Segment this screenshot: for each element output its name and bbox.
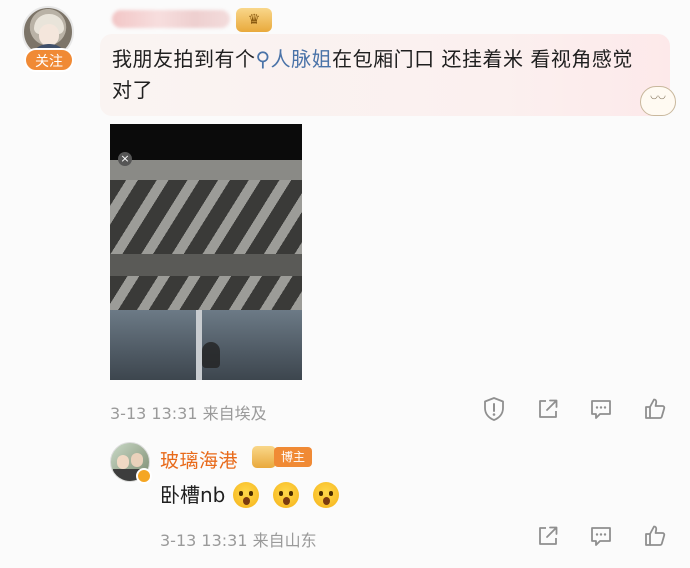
author-tag: 博主 <box>274 447 312 467</box>
topic-label: 人脉姐 <box>270 47 333 71</box>
comment-photo[interactable]: × <box>110 124 302 380</box>
like-icon[interactable] <box>642 523 668 549</box>
reply-text-content: 卧槽nb <box>160 483 226 507</box>
share-icon[interactable] <box>535 523 561 549</box>
bubble-sticker-icon: ◡◡ <box>640 86 676 116</box>
verified-badge-icon <box>136 468 152 484</box>
comment-meta: 3-13 13:31 来自埃及 <box>110 400 267 424</box>
reply-username[interactable]: 玻璃海港 <box>160 446 238 473</box>
report-icon[interactable] <box>481 396 507 422</box>
reply-source: 来自山东 <box>252 531 317 550</box>
comment-text-start: 我朋友拍到有个 <box>112 47 256 71</box>
scream-emoji-icon <box>313 482 340 508</box>
share-icon[interactable] <box>535 396 561 422</box>
close-icon[interactable]: × <box>118 152 132 166</box>
reply-time: 3-13 13:31 <box>160 531 248 550</box>
commenter-username-blurred[interactable] <box>112 10 230 28</box>
reply-crown-icon <box>252 446 276 468</box>
scream-emoji-icon <box>273 482 300 508</box>
follow-button[interactable]: 关注 <box>24 48 74 72</box>
comment-icon[interactable] <box>588 523 614 549</box>
crown-badge-icon: ♛ <box>236 8 272 32</box>
comment-icon[interactable] <box>588 396 614 422</box>
comment-text: 我朋友拍到有个⚲人脉姐在包厢门口 还挂着米 看视角感觉对了 <box>112 44 642 106</box>
like-icon[interactable] <box>642 396 668 422</box>
scream-emoji-icon <box>233 482 260 508</box>
search-icon: ⚲ <box>255 47 271 71</box>
comment-time: 3-13 13:31 <box>110 404 198 423</box>
reply-text: 卧槽nb <box>160 480 340 510</box>
topic-link[interactable]: ⚲人脉姐 <box>256 47 333 71</box>
comment-source: 来自埃及 <box>202 404 267 423</box>
reply-meta: 3-13 13:31 来自山东 <box>160 527 317 551</box>
